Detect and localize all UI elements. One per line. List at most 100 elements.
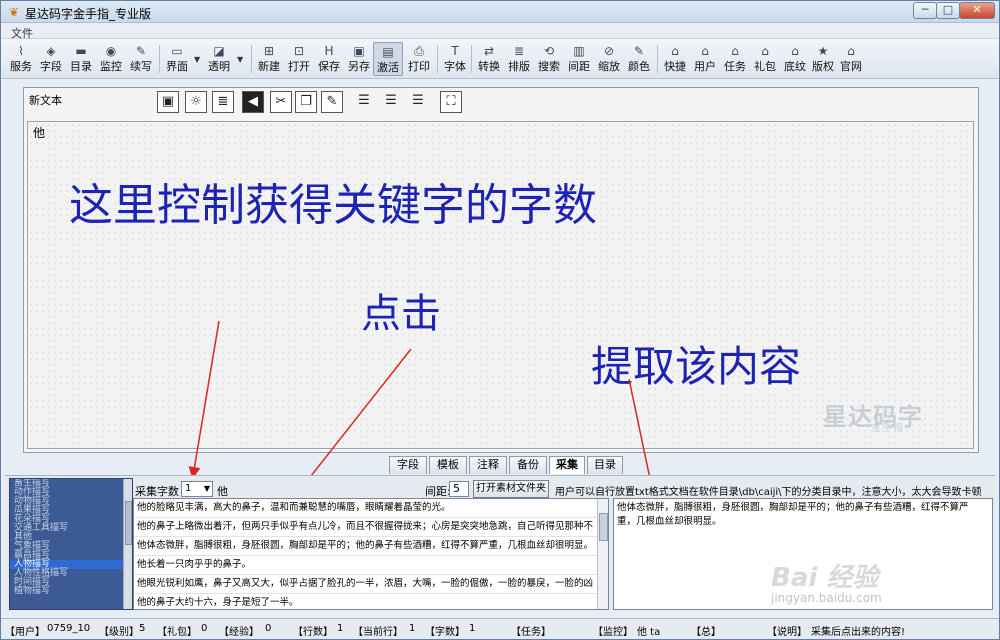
toolbar-button-shading[interactable]: ⌂ 底纹 [781, 42, 809, 76]
toolbar-button-gift[interactable]: ⌂ 礼包 [751, 42, 779, 76]
tab-template[interactable]: 模板 [429, 456, 467, 474]
source-line[interactable]: 他长着一只肉乎乎的鼻子。 [134, 556, 608, 575]
title-bar[interactable]: ❦ 星达码字金手指_专业版 ─ □ ✕ [1, 1, 999, 23]
scrollbar-thumb[interactable] [599, 513, 608, 541]
doc-page-icon[interactable]: ≣ [212, 91, 234, 113]
toolbar-button-save[interactable]: H 保存 [315, 42, 343, 76]
close-button[interactable]: ✕ [959, 2, 995, 19]
toolbar-button-transparency[interactable]: ◪ 透明 [205, 42, 233, 76]
toolbar-button-field[interactable]: ◈ 字段 [37, 42, 65, 76]
toolbar-button-spacing[interactable]: ▥ 间距 [565, 42, 593, 76]
font-icon: T [451, 44, 459, 58]
window-title: 星达码字金手指_专业版 [25, 7, 152, 21]
toolbar-separator [159, 45, 160, 73]
maximize-button[interactable]: □ [936, 2, 960, 19]
toolbar-button-task[interactable]: ⌂ 任务 [721, 42, 749, 76]
toolbar-button-font[interactable]: T 字体 [441, 42, 469, 76]
result-text: 他体态微胖，脂膊很粗，身胚很圆，胸部却是平的；他的鼻子有些酒糟，红得不算严重，几… [617, 502, 969, 527]
diamond-icon: ◈ [46, 44, 56, 58]
baidu-jingyan-watermark: Bai 经验 jingyan.baidu.com [771, 563, 882, 605]
count-select[interactable]: 1 ▼ [181, 481, 213, 497]
list-item[interactable]: 植物描写 [10, 587, 132, 596]
app-window: ❦ 星达码字金手指_专业版 ─ □ ✕ 文件 ⌇ 服务 ◈ 字段 ▬ 目录 ◉ 监控 ✎… [0, 0, 1000, 640]
toolbar-button-search[interactable]: ⟲ 搜索 [535, 42, 563, 76]
category-list[interactable]: 畜生描写 动作描写 动物描写 瓜果描写 花朵描写 交通工具描写 其他 气象描写 … [9, 478, 133, 610]
source-line[interactable]: 他眼光锐利如鹰，鼻子又高又大，似乎占据了脸孔的一半，浓眉，大嘴，一脸的倔傲，一脸… [134, 575, 608, 594]
layout-icon: ▭ [171, 44, 183, 58]
source-line[interactable]: 他的脸略见丰满，高大的鼻子，温和而兼聪慧的嘴唇，眼睛耀着晶莹的光。 [134, 499, 608, 518]
align-center-icon[interactable]: ☰ [380, 91, 402, 113]
toolbar-button-shortcut[interactable]: ⌂ 快捷 [661, 42, 689, 76]
tab-notes[interactable]: 注释 [469, 456, 507, 474]
tab-field[interactable]: 字段 [389, 456, 427, 474]
gap-input[interactable]: 5 [449, 481, 469, 497]
doc-lightbulb-icon[interactable]: ☼ [185, 91, 207, 113]
menu-bar: 文件 [1, 23, 999, 40]
transparency-icon: ◪ [213, 44, 225, 58]
user-icon: ⌂ [701, 44, 709, 58]
doc-cut-icon[interactable]: ✂ [270, 91, 292, 113]
color-icon: ✎ [633, 44, 645, 58]
source-line[interactable]: 他的鼻子上略微出着汗，但两只手似乎有点儿冷，而且不很握得拢来；心房是突突地急跳，… [134, 518, 608, 537]
toolbar-separator [437, 45, 438, 73]
toolbar-button-color[interactable]: ✎ 颜色 [625, 42, 653, 76]
count-label: 采集字数 [135, 485, 179, 498]
toolbar-button-continue[interactable]: ✎ 续写 [127, 42, 155, 76]
scrollbar-thumb[interactable] [125, 501, 132, 545]
toolbar-button-open[interactable]: ⊡ 打开 [285, 42, 313, 76]
transparency-dropdown-icon[interactable]: ▼ [237, 55, 243, 64]
save-as-icon: ▣ [353, 44, 365, 58]
source-scrollbar[interactable] [597, 499, 608, 609]
tab-backup[interactable]: 备份 [509, 456, 547, 474]
status-chars: 1 [469, 623, 476, 634]
app-logo-icon: ❦ [8, 5, 20, 19]
toolbar-button-service[interactable]: ⌇ 服务 [7, 42, 35, 76]
status-note-label: 【说明】 [767, 627, 807, 638]
annotation-extract: 提取该内容 [591, 342, 802, 391]
align-right-icon[interactable]: ☰ [407, 91, 429, 113]
tab-collect[interactable]: 采集 [549, 456, 585, 474]
source-text-box[interactable]: 他的脸略见丰满，高大的鼻子，温和而兼聪慧的嘴唇，眼睛耀着晶莹的光。 他的鼻子上略… [133, 498, 609, 610]
doc-save-icon[interactable]: ▣ [157, 91, 179, 113]
toolbar-button-copyright[interactable]: ★ 版权 [809, 42, 837, 76]
keyword-text: 他 [217, 485, 228, 498]
toolbar-button-interface[interactable]: ▭ 界面 [163, 42, 191, 76]
toolbar-button-new[interactable]: ⊞ 新建 [255, 42, 283, 76]
tab-catalog[interactable]: 目录 [587, 456, 623, 474]
monitor-icon: ◉ [105, 44, 117, 58]
status-task-label: 【任务】 [511, 627, 551, 638]
toolbar-button-activate[interactable]: ▤ 激活 [373, 42, 403, 76]
status-lines: 1 [337, 623, 344, 634]
toolbar-button-print[interactable]: ⎙ 打印 [405, 42, 433, 76]
shading-icon: ⌂ [791, 44, 799, 58]
status-monitor: 他 ta [637, 627, 661, 638]
status-bar: 【用户】 0759_10 【级别】 5 【礼包】 0 【经验】 0 【行数】 1… [1, 618, 999, 639]
doc-edit-icon[interactable]: ✎ [321, 91, 343, 113]
source-line[interactable]: 他体态微胖，脂膊很粗，身胚很圆，胸部却是平的；他的鼻子有些酒糟，红得不算严重，几… [134, 537, 608, 556]
category-scrollbar[interactable] [123, 479, 132, 609]
toolbar-button-save-as[interactable]: ▣ 另存 [345, 42, 373, 76]
activate-icon: ▤ [382, 45, 394, 59]
collect-hint: 用户可以自行放置txt格式文档在软件目录\db\caiji\下的分类目录中，注意… [555, 487, 982, 498]
open-icon: ⊡ [293, 44, 305, 58]
minimize-button[interactable]: ─ [913, 2, 937, 19]
toolbar-button-zoom[interactable]: ⊘ 缩放 [595, 42, 623, 76]
new-icon: ⊞ [263, 44, 275, 58]
doc-copy-icon[interactable]: ❐ [295, 91, 317, 113]
toolbar-separator [471, 45, 472, 73]
folder-icon: ▬ [75, 44, 87, 58]
toolbar-button-website[interactable]: ⌂ 官网 [837, 42, 865, 76]
toolbar-button-monitor[interactable]: ◉ 监控 [97, 42, 125, 76]
toolbar-button-convert[interactable]: ⇄ 转换 [475, 42, 503, 76]
fullscreen-icon[interactable]: ⛶ [440, 91, 462, 113]
source-line[interactable]: 他的鼻子大约十六，身子是短了一半。 [134, 594, 608, 609]
status-note: 采集后点出来的内容! [811, 627, 906, 638]
interface-dropdown-icon[interactable]: ▼ [194, 55, 200, 64]
toolbar-button-typeset[interactable]: ≣ 排版 [505, 42, 533, 76]
align-left-icon[interactable]: ☰ [353, 91, 375, 113]
toolbar-button-catalog[interactable]: ▬ 目录 [67, 42, 95, 76]
doc-back-icon[interactable]: ◀ [242, 91, 264, 113]
open-material-folder-button[interactable]: 打开素材文件夹 [473, 480, 549, 498]
toolbar-separator [251, 45, 252, 73]
toolbar-button-user[interactable]: ⌂ 用户 [691, 42, 719, 76]
